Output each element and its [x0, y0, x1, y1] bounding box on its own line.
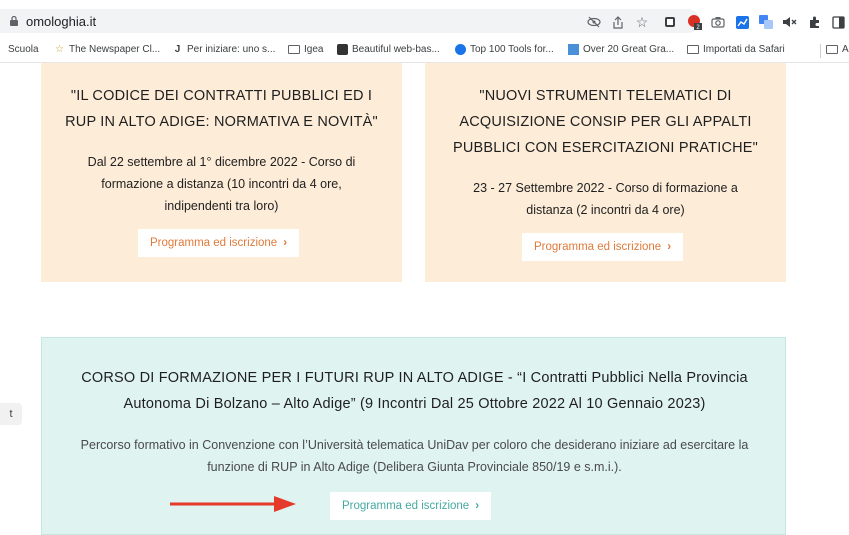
course-card-futuri-rup: CORSO DI FORMAZIONE PER I FUTURI RUP IN …: [41, 337, 786, 535]
button-label: Programma ed iscrizione: [534, 241, 662, 253]
course-title: "IL CODICE DEI CONTRATTI PUBBLICI ED I R…: [65, 88, 378, 130]
camera-icon[interactable]: [706, 12, 730, 32]
folder-icon: [288, 45, 300, 54]
bookmark-label: Importati da Safari: [703, 44, 785, 55]
bookmark-label: Scuola: [8, 44, 39, 55]
bookmark-beautiful[interactable]: Beautiful web-bas...: [337, 44, 440, 55]
star-icon: ☆: [55, 44, 64, 55]
programma-iscrizione-button[interactable]: Programma ed iscrizione ›: [330, 492, 492, 520]
bookmark-label: Top 100 Tools for...: [470, 44, 554, 55]
course-description: Percorso formativo in Convenzione con l’…: [80, 438, 749, 474]
address-bar: omologhia.it ☆ 2: [0, 0, 849, 40]
programma-iscrizione-button[interactable]: Programma ed iscrizione ›: [522, 233, 684, 261]
lock-icon[interactable]: [10, 16, 18, 26]
bookmark-label: Per iniziare: uno s...: [187, 44, 276, 55]
mute-icon[interactable]: [778, 12, 802, 32]
sidepanel-icon[interactable]: [826, 12, 849, 32]
chevron-right-icon: ›: [667, 241, 672, 253]
button-label: Programma ed iscrizione: [342, 500, 470, 512]
puzzle-extensions-icon[interactable]: [802, 12, 826, 32]
bookmark-igea[interactable]: Igea: [288, 44, 323, 55]
bookmarks-bar: Scuola ☆ The Newspaper Cl... J Per inizi…: [0, 40, 849, 63]
chevron-right-icon: ›: [283, 237, 288, 249]
course-card-consip: "NUOVI STRUMENTI TELEMATICI DI ACQUISIZI…: [425, 63, 786, 282]
bookmark-top100[interactable]: Top 100 Tools for...: [455, 44, 554, 55]
button-label: Programma ed iscrizione: [150, 237, 278, 249]
extension-badge-icon[interactable]: 2: [682, 12, 706, 32]
bookmark-other[interactable]: A: [826, 44, 849, 55]
chart-favicon-icon: [568, 44, 579, 55]
folder-icon: [826, 45, 838, 54]
course-title: CORSO DI FORMAZIONE PER I FUTURI RUP IN …: [81, 370, 748, 412]
translate-icon[interactable]: [754, 12, 778, 32]
programma-iscrizione-button[interactable]: Programma ed iscrizione ›: [138, 229, 300, 257]
bookmark-per-iniziare[interactable]: J Per iniziare: uno s...: [172, 44, 276, 55]
site-favicon-icon: [337, 44, 348, 55]
j-logo-icon: J: [174, 44, 181, 55]
bookmark-label: Over 20 Great Gra...: [583, 44, 675, 55]
share-icon[interactable]: [606, 12, 630, 32]
circle-favicon-icon: [455, 44, 466, 55]
course-description: Dal 22 settembre al 1° dicembre 2022 - C…: [87, 155, 356, 213]
course-description: 23 - 27 Settembre 2022 - Corso di formaz…: [473, 181, 738, 217]
bookmark-label: Beautiful web-bas...: [352, 44, 440, 55]
chevron-right-icon: ›: [475, 500, 480, 512]
bookmark-newspaper[interactable]: ☆ The Newspaper Cl...: [54, 44, 160, 55]
bookmark-label: A: [842, 44, 849, 55]
bookmark-label: Igea: [304, 44, 324, 55]
folder-icon: [687, 45, 699, 54]
course-card-codice: "IL CODICE DEI CONTRATTI PUBBLICI ED I R…: [41, 63, 402, 282]
chart-extension-icon[interactable]: [730, 12, 754, 32]
eye-off-icon[interactable]: [582, 12, 606, 32]
side-tab[interactable]: t: [0, 403, 22, 425]
red-arrow-annotation: [170, 496, 296, 512]
bookmark-label: The Newspaper Cl...: [69, 44, 161, 55]
bookmark-star-icon[interactable]: ☆: [630, 12, 654, 32]
bookmarks-separator: [820, 44, 821, 58]
bookmark-scuola[interactable]: Scuola: [8, 44, 39, 55]
url-text[interactable]: omologhia.it: [26, 14, 96, 29]
bookmark-safari[interactable]: Importati da Safari: [687, 44, 785, 55]
extension-square-icon[interactable]: [658, 12, 682, 32]
course-title: "NUOVI STRUMENTI TELEMATICI DI ACQUISIZI…: [452, 88, 759, 156]
bookmark-over20[interactable]: Over 20 Great Gra...: [568, 44, 674, 55]
